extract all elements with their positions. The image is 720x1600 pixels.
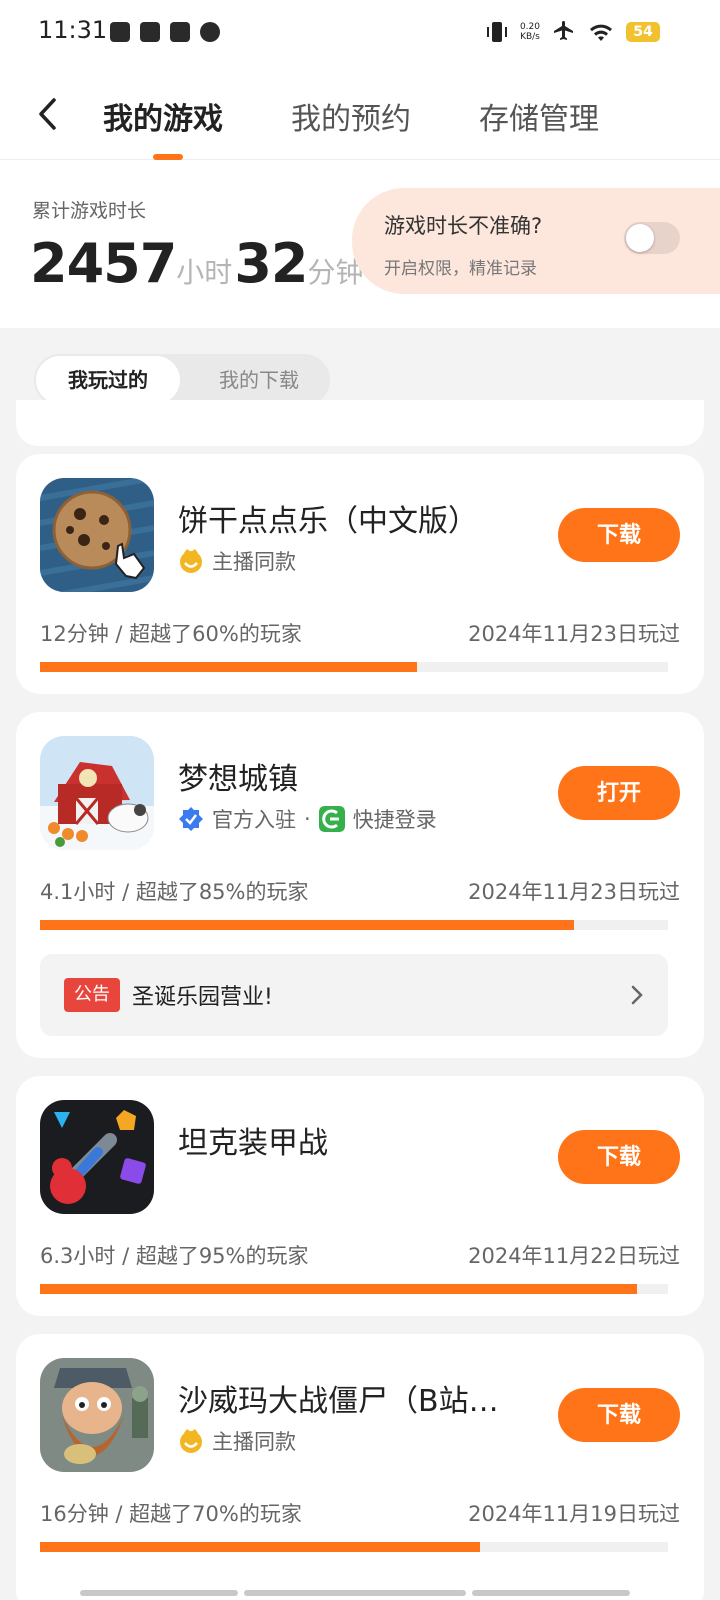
status-bar: 11:31 0.20 KB/s 54 (0, 0, 720, 66)
game-playtime-stat: 4.1小时 / 超越了85%的玩家 (40, 880, 309, 904)
vibrate-icon (486, 22, 507, 42)
playtime-progress (40, 920, 668, 930)
playtime-hours: 2457 (30, 232, 177, 295)
playtime-summary: 累计游戏时长 2457 小时 32 分钟 游戏时长不准确? 开启权限，精准记录 (0, 160, 720, 328)
game-name: 沙威玛大战僵尸（B站… (178, 1384, 499, 1419)
tag-separator: · (304, 807, 311, 831)
verified-badge-icon (179, 807, 203, 831)
game-card[interactable]: 坦克装甲战 下载 6.3小时 / 超越了95%的玩家 2024年11月22日玩过 (16, 1076, 704, 1316)
download-button[interactable]: 下载 (558, 508, 680, 562)
tag-label: 快捷登录 (352, 808, 437, 832)
playtime-accuracy-tip[interactable]: 游戏时长不准确? 开启权限，精准记录 (352, 188, 720, 294)
playtime-minutes: 32 (234, 232, 308, 295)
playtime-progress-fill (40, 920, 574, 930)
playtime-progress (40, 1542, 668, 1552)
game-announcement[interactable]: 公告 圣诞乐园营业! (40, 954, 668, 1036)
status-notification-icons (110, 22, 220, 42)
game-last-played: 2024年11月23日玩过 (468, 880, 680, 904)
game-name: 饼干点点乐（中文版） (178, 504, 478, 539)
wifi-icon (590, 24, 612, 41)
status-time: 11:31 (38, 16, 108, 44)
tip-title: 游戏时长不准确? (384, 214, 543, 238)
game-last-played: 2024年11月22日玩过 (468, 1244, 680, 1268)
tank-shapes-icon[interactable] (40, 1100, 154, 1214)
playtime-progress-fill (40, 662, 417, 672)
playtime-progress (40, 662, 668, 672)
airplane-icon (554, 21, 573, 40)
game-tags: 官方入驻 · 快捷登录 (178, 804, 437, 834)
net-speed: 0.20 KB/s (520, 22, 540, 42)
playtime-label: 累计游戏时长 (32, 200, 147, 222)
game-tags: 主播同款 (178, 1426, 296, 1456)
tab-storage-management[interactable]: 存储管理 (479, 94, 599, 138)
toggle-knob (626, 224, 654, 252)
list-filter-segment: 我玩过的 我的下载 (34, 354, 330, 406)
scroll-indicator (472, 1590, 630, 1596)
download-button[interactable]: 下载 (558, 1130, 680, 1184)
net-speed-value: 0.20 (519, 22, 540, 32)
game-playtime-stat: 16分钟 / 超越了70%的玩家 (40, 1502, 302, 1526)
game-playtime-stat: 6.3小时 / 超越了95%的玩家 (40, 1244, 309, 1268)
card-icon (170, 22, 190, 42)
tab-my-games[interactable]: 我的游戏 (103, 94, 223, 138)
game-card[interactable]: 沙威玛大战僵尸（B站… 主播同款 下载 16分钟 / 超越了70%的玩家 202… (16, 1334, 704, 1600)
quick-login-icon (318, 806, 345, 832)
download-button[interactable]: 下载 (558, 1388, 680, 1442)
tab-my-reservations[interactable]: 我的预约 (291, 94, 411, 138)
game-card[interactable]: 梦想城镇 官方入驻 · 快捷登录 打开 4.1小时 / 超越了85%的玩家 20… (16, 712, 704, 1058)
cookie-icon[interactable] (40, 478, 154, 592)
playtime-progress-fill (40, 1542, 480, 1552)
playtime-progress-fill (40, 1284, 637, 1294)
game-name: 坦克装甲战 (178, 1126, 328, 1161)
net-speed-unit: KB/s (520, 32, 540, 42)
hours-unit: 小时 (176, 256, 233, 289)
game-last-played: 2024年11月19日玩过 (468, 1502, 680, 1526)
streamer-face-icon (180, 1429, 202, 1453)
scroll-indicator (80, 1590, 238, 1596)
announcement-badge: 公告 (64, 978, 120, 1012)
fan-icon (200, 22, 220, 42)
chevron-right-icon (631, 985, 643, 1005)
playtime-total: 2457 小时 32 分钟 (30, 232, 365, 295)
announcement-text: 圣诞乐园营业! (132, 985, 273, 1010)
farm-barn-icon[interactable] (40, 736, 154, 850)
book-icon (110, 22, 130, 42)
tag-label: 主播同款 (212, 1430, 296, 1454)
game-playtime-stat: 12分钟 / 超越了60%的玩家 (40, 622, 302, 646)
status-right: 0.20 KB/s 54 (486, 20, 660, 44)
game-card[interactable]: 饼干点点乐（中文版） 主播同款 下载 12分钟 / 超越了60%的玩家 2024… (16, 454, 704, 694)
game-last-played: 2024年11月23日玩过 (468, 622, 680, 646)
playtime-progress (40, 1284, 668, 1294)
previous-card-edge (16, 400, 704, 446)
open-button[interactable]: 打开 (558, 766, 680, 820)
header: 我的游戏 我的预约 存储管理 (0, 66, 720, 160)
tip-subtitle: 开启权限，精准记录 (384, 259, 537, 279)
tag-label: 主播同款 (212, 550, 296, 574)
permission-toggle[interactable] (624, 222, 680, 254)
bearded-man-icon[interactable] (40, 1358, 154, 1472)
scroll-indicator (244, 1590, 466, 1596)
play-icon (140, 22, 160, 42)
battery-indicator: 54 (626, 22, 660, 42)
segment-played[interactable]: 我玩过的 (36, 356, 180, 404)
tag-label: 官方入驻 (212, 808, 296, 832)
game-tags: 主播同款 (178, 546, 296, 576)
game-name: 梦想城镇 (178, 762, 298, 797)
streamer-face-icon (180, 549, 202, 573)
segment-downloads[interactable]: 我的下载 (204, 354, 314, 406)
back-arrow-icon[interactable] (34, 96, 62, 132)
